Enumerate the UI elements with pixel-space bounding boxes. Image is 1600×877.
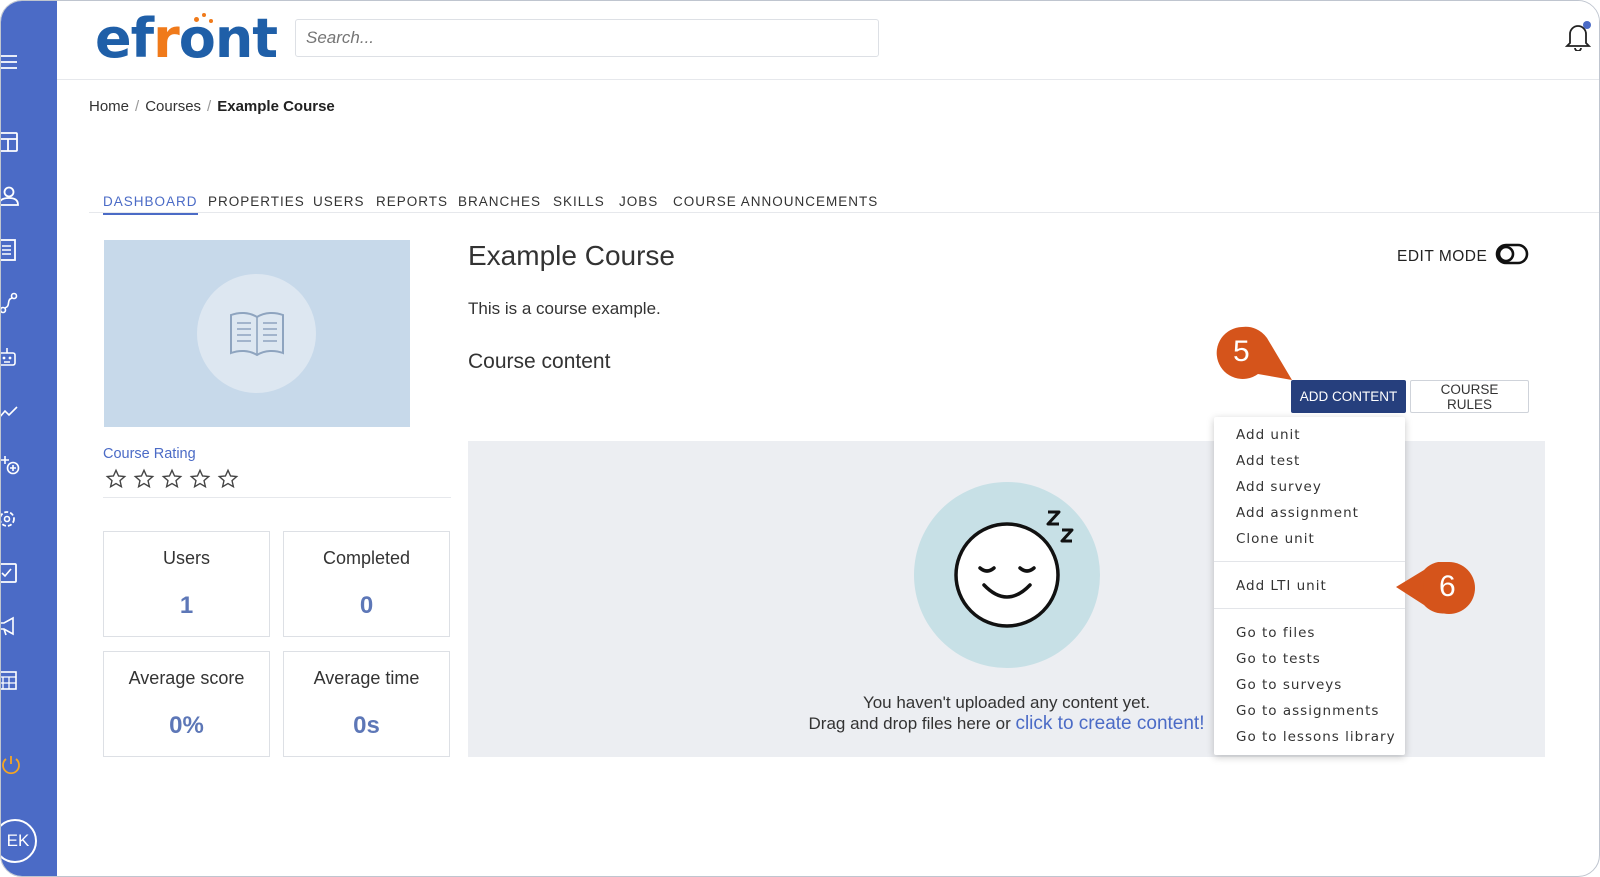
menu-item-add-lti-unit[interactable]: Add LTI unit bbox=[1236, 578, 1327, 594]
stat-value: 1 bbox=[179, 592, 194, 619]
create-content-link[interactable]: click to create content! bbox=[1015, 713, 1204, 734]
step-callout-6: 6 bbox=[1396, 562, 1478, 614]
search-input[interactable] bbox=[295, 19, 879, 57]
course-rules-button[interactable]: COURSE RULES bbox=[1410, 380, 1529, 413]
menu-item-add-unit[interactable]: Add unit bbox=[1236, 427, 1301, 443]
star-icon[interactable] bbox=[161, 468, 183, 490]
tab-branches[interactable]: BRANCHES bbox=[458, 194, 541, 209]
step-callout-5: 5 bbox=[1215, 326, 1295, 382]
tab-reports[interactable]: REPORTS bbox=[376, 194, 448, 209]
stat-card-users: Users 1 bbox=[103, 531, 270, 637]
menu-item-go-to-tests[interactable]: Go to tests bbox=[1236, 651, 1321, 667]
users-icon[interactable] bbox=[1, 185, 23, 207]
menu-item-clone-unit[interactable]: Clone unit bbox=[1236, 531, 1315, 547]
stat-value: 0% bbox=[169, 712, 204, 739]
breadcrumb-current: Example Course bbox=[217, 98, 335, 115]
open-book-icon bbox=[230, 311, 284, 357]
course-tabs: DASHBOARD PROPERTIES USERS REPORTS BRANC… bbox=[89, 190, 1599, 215]
dashboard-icon[interactable] bbox=[1, 131, 23, 153]
tab-dashboard[interactable]: DASHBOARD bbox=[103, 194, 198, 215]
star-icon[interactable] bbox=[105, 468, 127, 490]
menu-icon[interactable] bbox=[1, 51, 23, 73]
bell-icon[interactable] bbox=[1564, 21, 1592, 52]
menu-item-go-to-surveys[interactable]: Go to surveys bbox=[1236, 677, 1342, 693]
stat-card-average-score: Average score 0% bbox=[103, 651, 270, 757]
course-content-heading: Course content bbox=[468, 350, 611, 373]
stat-card-average-time: Average time 0s bbox=[283, 651, 450, 757]
stat-label: Completed bbox=[322, 548, 411, 568]
divider bbox=[103, 497, 451, 498]
rating-stars[interactable] bbox=[105, 468, 245, 495]
menu-divider bbox=[1214, 561, 1405, 562]
menu-item-add-test[interactable]: Add test bbox=[1236, 453, 1300, 469]
stat-label: Average score bbox=[128, 668, 245, 688]
breadcrumb-home[interactable]: Home bbox=[89, 98, 129, 115]
tab-skills[interactable]: SKILLS bbox=[553, 194, 605, 209]
courses-icon[interactable] bbox=[1, 239, 23, 261]
stat-value: 0s bbox=[353, 712, 380, 739]
stat-card-completed: Completed 0 bbox=[283, 531, 450, 637]
reports-icon[interactable] bbox=[1, 400, 23, 422]
menu-item-add-survey[interactable]: Add survey bbox=[1236, 479, 1322, 495]
course-description: This is a course example. bbox=[468, 299, 661, 318]
sidebar: EK bbox=[1, 1, 57, 876]
stat-value: 0 bbox=[359, 592, 374, 619]
edit-mode-toggle[interactable] bbox=[1495, 243, 1529, 265]
avatar[interactable]: EK bbox=[1, 819, 37, 863]
settings-icon[interactable] bbox=[1, 508, 23, 530]
top-header: efront bbox=[57, 1, 1599, 80]
tab-users[interactable]: USERS bbox=[313, 194, 365, 209]
calendar-icon[interactable] bbox=[1, 669, 23, 691]
app-window: EK efront Home/Courses/Example Course DA… bbox=[0, 0, 1600, 877]
announcements-icon[interactable] bbox=[1, 615, 23, 637]
tab-course-announcements[interactable]: COURSE ANNOUNCEMENTS bbox=[673, 194, 878, 209]
power-icon[interactable] bbox=[1, 754, 23, 776]
menu-item-go-to-files[interactable]: Go to files bbox=[1236, 625, 1315, 641]
add-icon[interactable] bbox=[1, 455, 23, 477]
add-content-menu: Add unit Add test Add survey Add assignm… bbox=[1214, 417, 1405, 755]
menu-item-add-assignment[interactable]: Add assignment bbox=[1236, 505, 1359, 521]
breadcrumb: Home / Courses / Example Course bbox=[89, 98, 335, 115]
star-icon[interactable] bbox=[217, 468, 239, 490]
sleeping-face-illustration bbox=[914, 482, 1100, 668]
stat-label: Users bbox=[162, 548, 210, 568]
assignments-icon[interactable] bbox=[1, 562, 23, 584]
breadcrumb-courses[interactable]: Courses bbox=[145, 98, 201, 115]
menu-item-go-to-lessons-library[interactable]: Go to lessons library bbox=[1236, 729, 1396, 745]
menu-item-go-to-assignments[interactable]: Go to assignments bbox=[1236, 703, 1379, 719]
course-thumbnail bbox=[104, 240, 410, 427]
stat-label: Average time bbox=[313, 668, 420, 688]
star-icon[interactable] bbox=[133, 468, 155, 490]
paths-icon[interactable] bbox=[1, 292, 23, 314]
tab-jobs[interactable]: JOBS bbox=[619, 194, 658, 209]
menu-divider bbox=[1214, 608, 1405, 609]
efront-logo[interactable]: efront bbox=[95, 7, 278, 70]
course-rating-label: Course Rating bbox=[103, 446, 196, 462]
add-content-button[interactable]: ADD CONTENT bbox=[1291, 380, 1406, 413]
robot-icon[interactable] bbox=[1, 346, 23, 368]
edit-mode-label: EDIT MODE bbox=[1397, 248, 1488, 265]
star-icon[interactable] bbox=[189, 468, 211, 490]
course-title: Example Course bbox=[468, 240, 675, 271]
tab-properties[interactable]: PROPERTIES bbox=[208, 194, 305, 209]
